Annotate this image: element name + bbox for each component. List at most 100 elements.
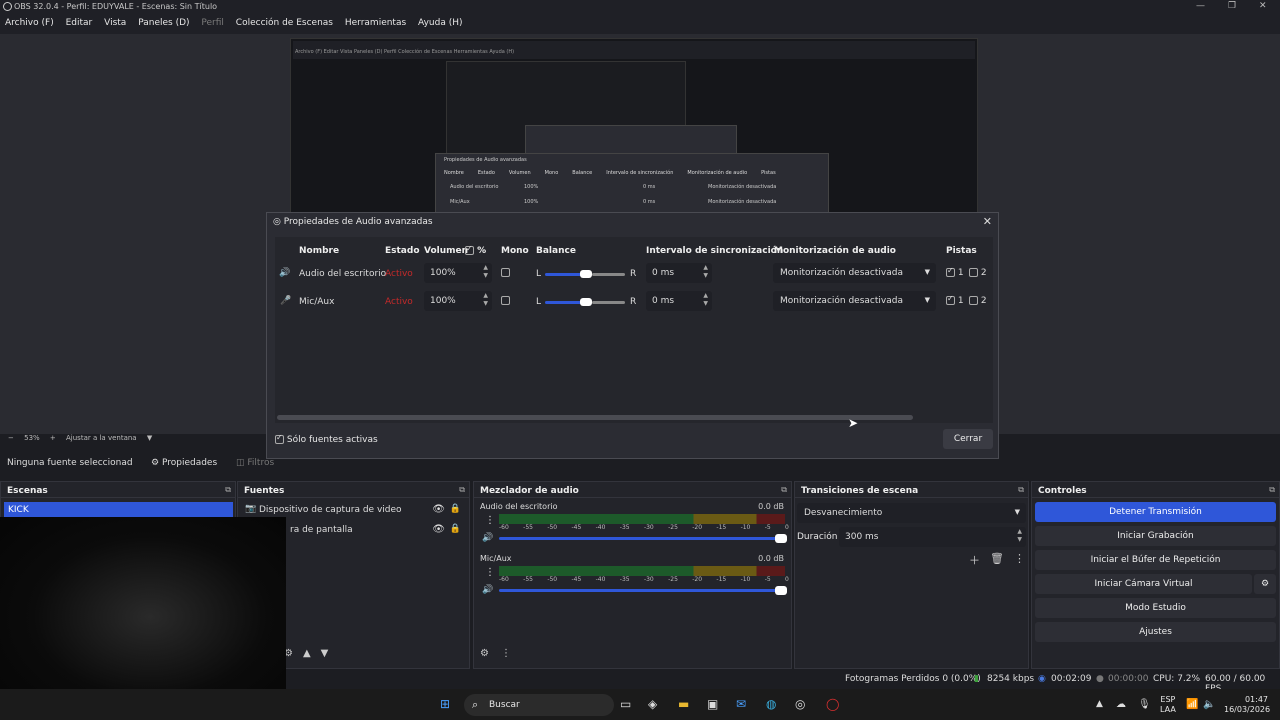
studio-mode-button[interactable]: Modo Estudio <box>1035 598 1276 618</box>
slider-handle[interactable] <box>775 534 787 543</box>
move-down-icon[interactable]: ▼ <box>321 648 329 659</box>
store-icon[interactable]: ▣ <box>707 697 718 711</box>
monitoring-select[interactable]: Monitorización desactivada ▼ <box>773 263 936 283</box>
zoom-in-button[interactable]: + <box>50 434 56 442</box>
copilot-icon[interactable]: ◈ <box>648 697 657 711</box>
speaker-icon[interactable]: 🔊 <box>482 533 493 543</box>
opera-icon[interactable]: ◯ <box>826 697 839 711</box>
spin-arrows-icon[interactable]: ▲ ▼ <box>483 264 488 280</box>
mono-checkbox[interactable] <box>501 296 510 306</box>
channel-menu-icon[interactable]: ⋮ <box>485 515 495 526</box>
move-up-icon[interactable]: ▲ <box>303 648 311 659</box>
windows-start-icon[interactable]: ⊞ <box>440 697 450 711</box>
volume-slider[interactable] <box>499 534 787 543</box>
monitoring-select[interactable]: Monitorización desactivada ▼ <box>773 291 936 311</box>
sync-offset-input[interactable]: 0 ms ▲ ▼ <box>646 291 712 311</box>
close-icon[interactable]: ✕ <box>983 215 992 228</box>
channel-menu-icon[interactable]: ⋮ <box>485 567 495 578</box>
scene-item[interactable]: KICK <box>4 502 233 518</box>
volume-icon[interactable]: 🔈 <box>1203 699 1215 710</box>
track-1-checkbox[interactable]: 1 <box>946 266 964 278</box>
percent-checkbox[interactable] <box>465 244 474 255</box>
dock-undock-icon[interactable]: ⧉ <box>225 485 231 495</box>
volume-slider[interactable] <box>499 586 787 595</box>
close-window-button[interactable]: ✕ <box>1259 1 1267 11</box>
balance-handle[interactable] <box>580 270 592 278</box>
visibility-eye-icon[interactable]: 👁 <box>432 524 445 535</box>
menu-perfil[interactable]: Perfil <box>196 14 228 28</box>
microphone-icon[interactable]: 🎙 <box>1138 699 1151 710</box>
menu-archivo[interactable]: Archivo (F) <box>0 14 58 28</box>
track-2-checkbox[interactable]: 2 <box>969 268 987 278</box>
settings-button[interactable]: Ajustes <box>1035 622 1276 642</box>
speaker-icon[interactable]: 🔊 <box>482 585 493 595</box>
spin-arrows-icon[interactable]: ▲ ▼ <box>703 264 708 280</box>
fit-window-label[interactable]: Ajustar a la ventana <box>66 434 137 442</box>
volume-input[interactable]: 100% ▲ ▼ <box>424 263 492 283</box>
spin-arrows-icon[interactable]: ▲ ▼ <box>1017 528 1022 544</box>
mail-icon[interactable]: ✉ <box>736 697 746 711</box>
spin-arrows-icon[interactable]: ▲ ▼ <box>703 292 708 308</box>
taskbar-search[interactable]: ⌕ Buscar <box>464 694 614 716</box>
mono-checkbox[interactable] <box>501 268 510 278</box>
menu-ayuda[interactable]: Ayuda (H) <box>413 14 466 28</box>
menu-paneles[interactable]: Paneles (D) <box>133 14 193 28</box>
transition-select[interactable]: Desvanecimiento ▼ <box>797 503 1026 523</box>
dock-undock-icon[interactable]: ⧉ <box>1018 485 1024 495</box>
close-button[interactable]: Cerrar <box>943 429 993 449</box>
tray-chevron-icon[interactable]: ▲ <box>1096 699 1103 709</box>
nested-row-2-name: Mic/Aux <box>450 199 470 205</box>
slider-handle[interactable] <box>775 586 787 595</box>
menu-herramientas[interactable]: Herramientas <box>340 14 410 28</box>
fit-dropdown-icon[interactable]: ▼ <box>147 434 152 442</box>
volume-input[interactable]: 100% ▲ ▼ <box>424 291 492 311</box>
sync-value: 0 ms <box>652 268 675 278</box>
minimize-button[interactable]: — <box>1196 1 1205 11</box>
track-2-checkbox[interactable]: 2 <box>969 296 987 306</box>
maximize-button[interactable]: ❐ <box>1228 1 1236 11</box>
virtual-camera-settings-button[interactable]: ⚙ <box>1254 574 1276 594</box>
lock-icon[interactable]: 🔒 <box>450 524 461 534</box>
lock-icon[interactable]: 🔒 <box>450 504 461 514</box>
menu-editar[interactable]: Editar <box>61 14 97 28</box>
stop-stream-button[interactable]: Detener Transmisión <box>1035 502 1276 522</box>
menu-coleccion-escenas[interactable]: Colección de Escenas <box>231 14 337 28</box>
signal-icon: ▮ <box>974 674 979 684</box>
add-transition-icon[interactable]: ＋ <box>969 552 980 568</box>
dock-undock-icon[interactable]: ⧉ <box>781 485 787 495</box>
nested-hdr-mono: Mono <box>544 170 559 176</box>
dock-undock-icon[interactable]: ⧉ <box>1269 485 1275 495</box>
balance-handle[interactable] <box>580 298 592 306</box>
header-mono: Mono <box>501 246 529 256</box>
menu-vista[interactable]: Vista <box>99 14 130 28</box>
filters-button[interactable]: ◫ Filtros <box>236 458 274 468</box>
horizontal-scrollbar[interactable] <box>277 415 913 420</box>
transition-menu-icon[interactable]: ⋮ <box>1014 552 1025 568</box>
header-volume-percent[interactable]: % <box>465 244 486 256</box>
only-active-checkbox[interactable]: Sólo fuentes activas <box>275 433 378 445</box>
scale-tick: -25 <box>668 524 678 531</box>
track-1-checkbox[interactable]: 1 <box>946 294 964 306</box>
visibility-eye-icon[interactable]: 👁 <box>432 504 445 515</box>
edge-icon[interactable]: ◍ <box>766 697 776 711</box>
zoom-out-button[interactable]: − <box>8 434 14 442</box>
virtual-camera-button[interactable]: Iniciar Cámara Virtual <box>1035 574 1252 594</box>
duration-input[interactable]: 300 ms ▲ ▼ <box>839 527 1026 547</box>
properties-button[interactable]: ⚙ Propiedades <box>151 458 217 468</box>
mixer-menu-icon[interactable]: ⋮ <box>501 648 511 659</box>
tray-app-icon[interactable]: ☁ <box>1116 699 1126 710</box>
wifi-icon[interactable]: 📶 <box>1186 699 1198 710</box>
mixer-settings-icon[interactable]: ⚙ <box>480 648 489 659</box>
file-explorer-icon[interactable]: ▬ <box>678 697 689 711</box>
obs-taskbar-icon[interactable]: ◎ <box>795 697 805 711</box>
dock-undock-icon[interactable]: ⧉ <box>459 485 465 495</box>
start-recording-button[interactable]: Iniciar Grabación <box>1035 526 1276 546</box>
sync-offset-input[interactable]: 0 ms ▲ ▼ <box>646 263 712 283</box>
language-indicator[interactable]: ESP LAA <box>1160 695 1176 715</box>
spin-arrows-icon[interactable]: ▲ ▼ <box>483 292 488 308</box>
delete-transition-icon[interactable]: 🗑 <box>990 552 1004 568</box>
nested-row-1-volume: 100% <box>524 184 539 190</box>
task-view-icon[interactable]: ▭ <box>620 697 631 711</box>
replay-buffer-button[interactable]: Iniciar el Búfer de Repetición <box>1035 550 1276 570</box>
clock[interactable]: 01:47 16/03/2026 <box>1224 695 1270 715</box>
